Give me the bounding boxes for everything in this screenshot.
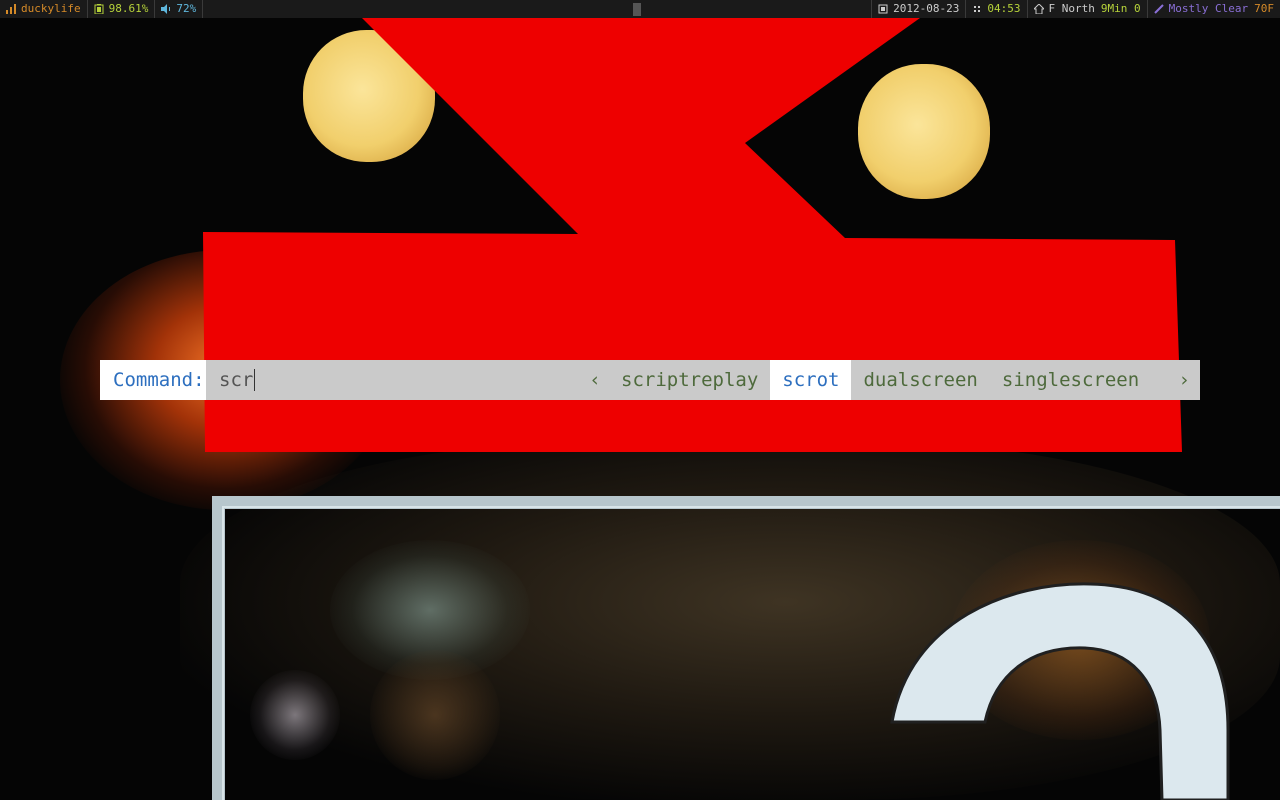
clock-icon bbox=[971, 3, 983, 15]
volume-segment[interactable]: 72% bbox=[155, 0, 202, 18]
wind-speed: 9Min 0 bbox=[1100, 2, 1141, 15]
weather-condition: Mostly Clear bbox=[1168, 2, 1249, 15]
wind-segment: F North 9Min 0 bbox=[1028, 0, 1147, 18]
time-label: 04:53 bbox=[987, 2, 1021, 15]
white-letter-shape bbox=[890, 582, 1230, 800]
time-segment: 04:53 bbox=[966, 0, 1026, 18]
wind-direction: F North bbox=[1048, 2, 1095, 15]
window-marker bbox=[633, 2, 642, 16]
battery-segment: 98.61% bbox=[88, 0, 155, 18]
date-segment: 2012-08-23 bbox=[872, 0, 965, 18]
desktop-wallpaper bbox=[0, 0, 1280, 800]
weather-segment: Mostly Clear 70F bbox=[1148, 0, 1280, 18]
battery-level: 98.61% bbox=[108, 2, 149, 15]
status-bar: duckylife 98.61% 72% 2012-08-23 04:53 F bbox=[0, 0, 1280, 18]
command-input-value: scr bbox=[219, 369, 254, 391]
date-label: 2012-08-23 bbox=[893, 2, 960, 15]
temperature: 70F bbox=[1254, 2, 1274, 15]
hostname-segment: duckylife bbox=[0, 0, 87, 18]
completion-candidate[interactable]: singlescreen bbox=[990, 360, 1151, 400]
speaker-icon bbox=[160, 3, 172, 15]
previous-page-arrow-icon[interactable]: ‹ bbox=[581, 369, 609, 391]
home-icon bbox=[1033, 3, 1045, 15]
hostname-label: duckylife bbox=[21, 2, 81, 15]
volume-level: 72% bbox=[176, 2, 197, 15]
divider bbox=[202, 0, 204, 18]
completion-candidate[interactable]: scriptreplay bbox=[609, 360, 770, 400]
calendar-icon bbox=[877, 3, 889, 15]
battery-icon bbox=[93, 3, 105, 15]
signal-bars-icon bbox=[5, 3, 17, 15]
prompt-label: Command: bbox=[100, 360, 206, 400]
completion-candidate[interactable]: dualscreen bbox=[851, 360, 989, 400]
command-prompt: Command: scr ‹ scriptreplay scrot dualsc… bbox=[100, 360, 1200, 400]
next-page-arrow-icon[interactable]: › bbox=[1179, 360, 1190, 400]
pencil-icon bbox=[1153, 3, 1165, 15]
completion-candidate-selected[interactable]: scrot bbox=[770, 360, 852, 400]
command-input[interactable]: scr bbox=[206, 360, 546, 400]
text-caret bbox=[254, 369, 256, 391]
